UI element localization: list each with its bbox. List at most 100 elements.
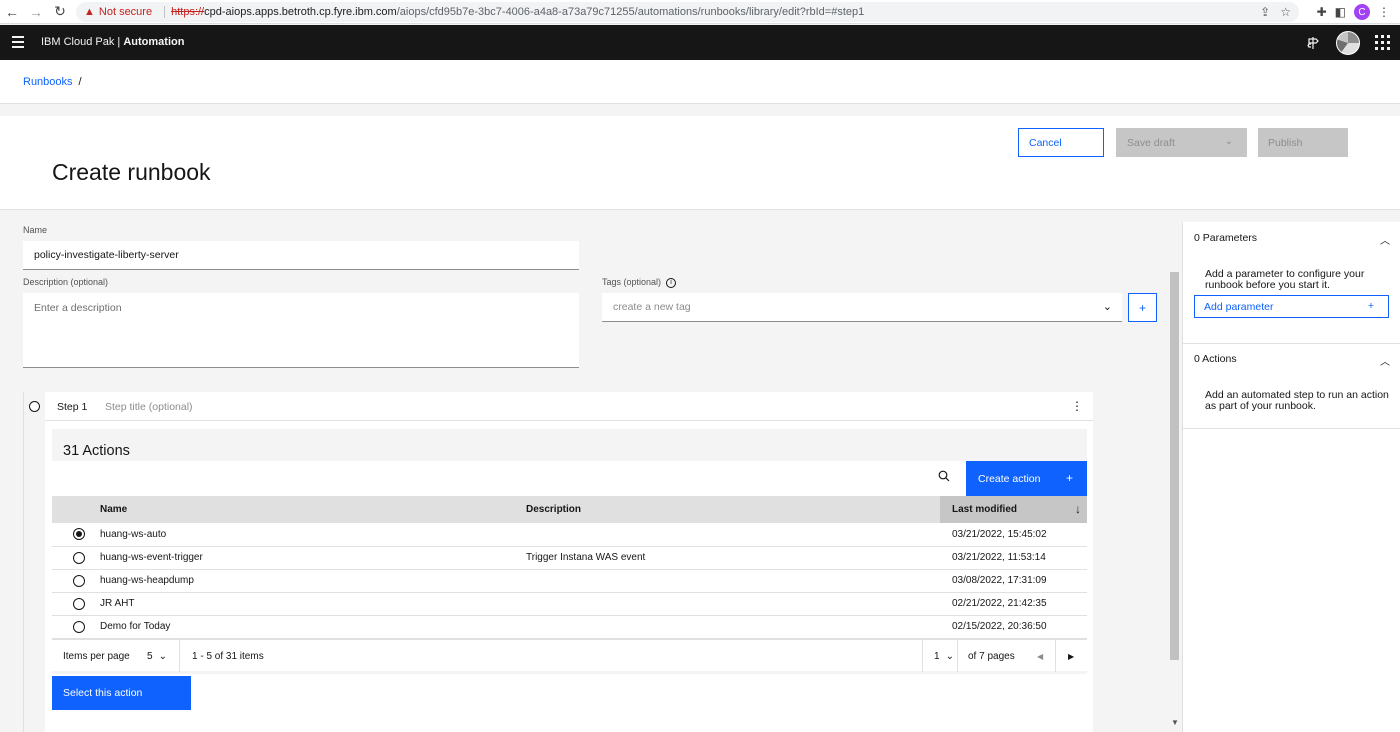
browser-extensions: ✚ ◧ C ⋮	[1317, 0, 1400, 24]
action-name: Demo for Today	[100, 621, 171, 632]
actions-toolbar: Create action +	[52, 461, 1087, 496]
section-divider	[1183, 428, 1400, 429]
row-select-cell[interactable]	[52, 592, 100, 615]
save-draft-button[interactable]: Save draft ⌄	[1116, 128, 1247, 157]
browser-menu-icon[interactable]: ⋮	[1378, 5, 1390, 19]
url-scheme: https://	[171, 6, 205, 18]
breadcrumb-separator: /	[78, 76, 82, 88]
column-header-description[interactable]: Description	[526, 496, 940, 523]
description-textarea[interactable]: Enter a description	[23, 293, 579, 368]
previous-page-icon[interactable]: ◀	[1037, 640, 1043, 672]
page-title: Create runbook	[52, 159, 211, 185]
profile-avatar[interactable]: C	[1354, 4, 1370, 20]
action-last-modified: 02/15/2022, 20:36:50	[952, 621, 1047, 632]
parameters-section-title[interactable]: 0 Parameters	[1194, 232, 1257, 244]
row-radio-button[interactable]	[73, 597, 85, 610]
action-description	[526, 523, 940, 546]
chevron-up-icon[interactable]: ︿	[1380, 232, 1390, 247]
add-parameter-button[interactable]: Add parameter +	[1194, 295, 1389, 318]
action-name: huang-ws-event-trigger	[100, 552, 203, 563]
row-select-cell[interactable]	[52, 546, 100, 569]
items-per-page-value: 5	[147, 650, 153, 662]
create-action-button[interactable]: Create action +	[966, 461, 1087, 496]
name-input[interactable]: policy-investigate-liberty-server	[23, 241, 579, 270]
next-page-icon[interactable]: ▶	[1068, 640, 1074, 672]
search-icon[interactable]	[938, 470, 954, 486]
action-description	[526, 569, 940, 592]
action-last-modified: 02/21/2022, 21:42:35	[952, 598, 1047, 609]
chevron-down-icon[interactable]: ⌄	[1103, 293, 1112, 322]
table-row[interactable]: JR AHT 02/21/2022, 21:42:35	[52, 592, 1087, 615]
tags-combobox[interactable]: create a new tag ⌄	[602, 293, 1122, 322]
product-name[interactable]: IBM Cloud Pak | Automation	[41, 36, 184, 48]
table-row[interactable]: huang-ws-event-trigger Trigger Instana WA…	[52, 546, 1087, 569]
url-path: /aiops/cfd95b7e-3bc7-4006-a4a8-a73a79c71…	[396, 6, 865, 18]
page-value: 1	[934, 650, 940, 662]
tags-label-text: Tags (optional)	[602, 277, 662, 287]
hamburger-menu-icon[interactable]	[8, 32, 28, 52]
table-row[interactable]: huang-ws-auto 03/21/2022, 15:45:02	[52, 523, 1087, 546]
reload-icon[interactable]: ↻	[48, 0, 72, 24]
save-draft-label: Save draft	[1127, 136, 1175, 149]
actions-help-text: Add an automated step to run an action a…	[1205, 389, 1389, 412]
page-select[interactable]: 1 ⌄	[934, 640, 954, 672]
row-radio-button[interactable]	[73, 574, 85, 587]
pager-divider	[957, 640, 958, 672]
extensions-icon[interactable]: ✚	[1317, 5, 1327, 19]
select-action-button[interactable]: Select this action	[52, 676, 191, 710]
breadcrumb: Runbooks /	[23, 76, 82, 88]
brand-prefix: IBM Cloud Pak |	[41, 36, 124, 48]
avatar-image	[1335, 30, 1360, 55]
publish-button[interactable]: Publish	[1258, 128, 1348, 157]
last-modified-label: Last modified	[952, 504, 1018, 515]
scroll-down-icon[interactable]: ▼	[1169, 718, 1181, 730]
bookmark-star-icon[interactable]: ☆	[1280, 5, 1291, 19]
runbook-summary-panel: 0 Parameters ︿ Add a parameter to config…	[1182, 222, 1400, 732]
action-description	[526, 592, 940, 615]
chevron-down-icon: ⌄	[945, 650, 954, 662]
sort-descending-icon: ↓	[1075, 502, 1081, 516]
row-radio-button[interactable]	[73, 528, 85, 541]
items-per-page-select[interactable]: 5 ⌄	[147, 640, 167, 672]
page-header: Create runbook Cancel Save draft ⌄ Publis…	[0, 116, 1400, 210]
select-column-header	[52, 496, 100, 523]
back-icon[interactable]: ←	[0, 0, 24, 24]
action-description	[526, 615, 940, 638]
actions-panel: 31 Actions Create action + Name Descripti…	[52, 429, 1087, 674]
scrollbar-thumb[interactable]	[1170, 272, 1179, 660]
table-row[interactable]: huang-ws-heapdump 03/08/2022, 17:31:09	[52, 569, 1087, 592]
cancel-button[interactable]: Cancel	[1018, 128, 1104, 157]
add-icon: +	[1367, 300, 1374, 312]
column-header-name[interactable]: Name	[100, 496, 526, 523]
row-select-cell[interactable]	[52, 615, 100, 638]
step-title-input[interactable]: Step title (optional)	[105, 401, 193, 413]
column-header-last-modified[interactable]: Last modified ↓	[940, 496, 1087, 523]
side-panel-icon[interactable]: ◧	[1335, 5, 1346, 19]
chevron-up-icon[interactable]: ︿	[1380, 353, 1390, 368]
add-parameter-label: Add parameter	[1204, 300, 1274, 313]
row-select-cell[interactable]	[52, 523, 100, 546]
app-switcher-icon[interactable]	[1365, 25, 1400, 60]
add-tag-button[interactable]: +	[1128, 293, 1157, 322]
chevron-down-icon: ⌄	[1224, 136, 1233, 147]
forward-icon[interactable]: →	[24, 0, 48, 24]
action-last-modified: 03/21/2022, 15:45:02	[952, 528, 1047, 540]
parameters-help-text: Add a parameter to configure your runboo…	[1205, 268, 1365, 291]
user-avatar[interactable]	[1330, 25, 1365, 60]
info-icon[interactable]: i	[666, 277, 677, 288]
row-select-cell[interactable]	[52, 569, 100, 592]
breadcrumb-runbooks-link[interactable]: Runbooks	[23, 76, 73, 88]
create-action-label: Create action	[978, 472, 1041, 485]
row-radio-button[interactable]	[73, 551, 85, 564]
share-icon[interactable]: ⇪	[1260, 5, 1270, 19]
overflow-menu-icon[interactable]: ⋮	[1069, 396, 1085, 416]
address-bar[interactable]: ▲ Not secure https:// cpd-aiops.apps.bet…	[76, 2, 1299, 22]
table-row[interactable]: Demo for Today 02/15/2022, 20:36:50	[52, 615, 1087, 638]
signpost-icon[interactable]	[1295, 25, 1330, 60]
row-radio-button[interactable]	[73, 620, 85, 633]
browser-toolbar: ← → ↻ ▲ Not secure https:// cpd-aiops.ap…	[0, 0, 1400, 24]
actions-section-title[interactable]: 0 Actions	[1194, 353, 1237, 365]
action-last-modified: 03/08/2022, 17:31:09	[952, 575, 1047, 586]
action-name: huang-ws-heapdump	[100, 575, 194, 586]
brand-bold: Automation	[123, 36, 185, 48]
